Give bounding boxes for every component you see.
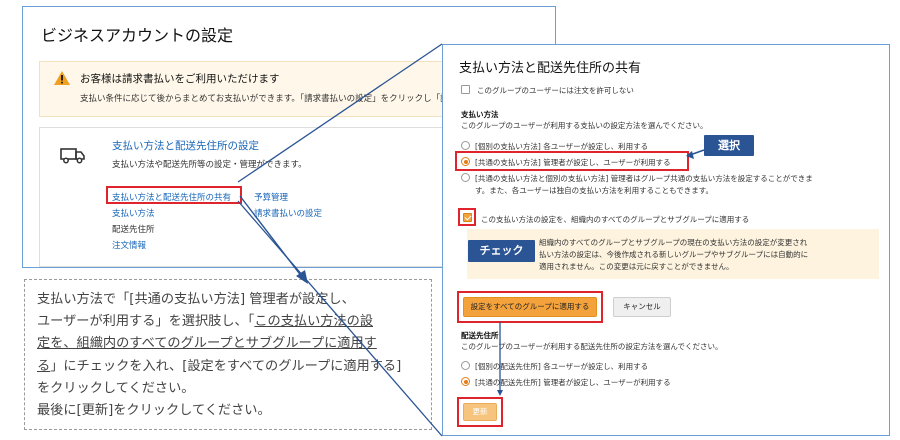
common-payment-highlight: [455, 151, 689, 171]
disallow-orders-label: このグループのユーザーには注文を許可しない: [477, 86, 634, 95]
card-title-link[interactable]: 支払い方法と配送先住所の設定: [112, 138, 259, 153]
budget-management-link[interactable]: 予算管理: [254, 191, 288, 203]
share-link-highlight: [106, 186, 242, 204]
instruction-line-3-underlined: 定を、組織内のすべてのグループとサブグループに適用す: [37, 336, 377, 352]
shipping-option-individual-label: [個別の配送先住所] 各ユーザーが設定し、利用する: [475, 362, 649, 371]
instruction-line-2: ユーザーが利用する」を選択肢し、「: [37, 314, 255, 330]
instruction-line-2-underlined: この支払い方法の設: [254, 314, 374, 330]
payment-option-individual-radio[interactable]: [461, 141, 470, 150]
apply-all-checkbox-highlight: [458, 208, 476, 226]
dialog-title: 支払い方法と配送先住所の共有: [459, 61, 642, 76]
instruction-text: 支払い方法で「[共通の支払い方法] 管理者が設定し、 ユーザーが利用する」を選択…: [37, 289, 429, 422]
warning-icon: [54, 71, 70, 85]
instruction-line-4-underlined: る: [37, 358, 51, 374]
disallow-orders-checkbox[interactable]: [461, 85, 470, 94]
card-description: 支払い方法や配送先所等の設定・管理ができます。: [112, 160, 307, 170]
payment-option-mixed-label-cont: す。また、各ユーザーは独自の支払い方法を利用することもできます。: [475, 186, 714, 195]
shipping-option-individual-radio[interactable]: [461, 361, 470, 370]
shipping-option-common-radio[interactable]: [461, 377, 470, 386]
alert-body: 支払い条件に応じて後からまとめてお支払いができます。「請求書払いの設定」をクリッ…: [80, 94, 449, 104]
payment-option-mixed-radio[interactable]: [461, 173, 470, 182]
check-callout: チェック: [468, 240, 535, 262]
shipping-address-link[interactable]: 配送先住所: [112, 223, 155, 235]
payment-section-description: このグループのユーザーが利用する支払いの設定方法を選んでください。: [461, 121, 708, 130]
update-button-highlight: [457, 397, 503, 427]
shipping-section-heading: 配送先住所: [461, 331, 499, 340]
invoice-setup-link[interactable]: 請求書払いの設定: [254, 207, 322, 219]
instruction-line-1: 支払い方法で「[共通の支払い方法] 管理者が設定し、: [37, 292, 355, 307]
instruction-line-5: をクリックしてください。: [37, 380, 195, 396]
truck-icon: [60, 148, 85, 164]
apply-all-groups-label: この支払い方法の設定を、組織内のすべてのグループとサブグループに適用する: [481, 215, 750, 224]
shipping-option-common-label: [共通の配送先住所] 管理者が設定し、ユーザーが利用する: [475, 378, 671, 387]
payment-section-heading: 支払い方法: [461, 110, 499, 119]
instruction-box: 支払い方法で「[共通の支払い方法] 管理者が設定し、 ユーザーが利用する」を選択…: [24, 279, 432, 430]
instruction-line-6: 最後に[更新]をクリックしてください。: [37, 403, 271, 419]
payment-method-link[interactable]: 支払い方法: [112, 207, 155, 219]
alert-title: お客様は請求書払いをご利用いただけます: [80, 73, 280, 85]
select-callout: 選択: [704, 135, 754, 156]
page-title: ビジネスアカウントの設定: [41, 26, 234, 45]
apply-button-highlight: [457, 291, 603, 323]
payment-option-mixed-label: [共通の支払い方法と個別の支払い方法] 管理者はグループ共通の支払い方法を設定す…: [475, 174, 813, 183]
shipping-section-description: このグループのユーザーが利用する配送先住所の設定方法を選んでください。: [461, 342, 723, 351]
note-line-1: 組織内のすべてのグループとサブグループの現在の支払い方法の設定が変更され: [539, 238, 808, 247]
instruction-line-4: 」にチェックを入れ、[設定をすべてのグループに適用する]: [50, 358, 402, 374]
cancel-button[interactable]: キャンセル: [613, 297, 671, 317]
order-info-link[interactable]: 注文情報: [112, 239, 146, 251]
note-line-2: 払い方法の設定は、今後作成される新しいグループやサブグループには自動的に: [539, 250, 809, 259]
note-line-3: 適用されません。この変更は元に戻すことができません。: [539, 262, 734, 271]
